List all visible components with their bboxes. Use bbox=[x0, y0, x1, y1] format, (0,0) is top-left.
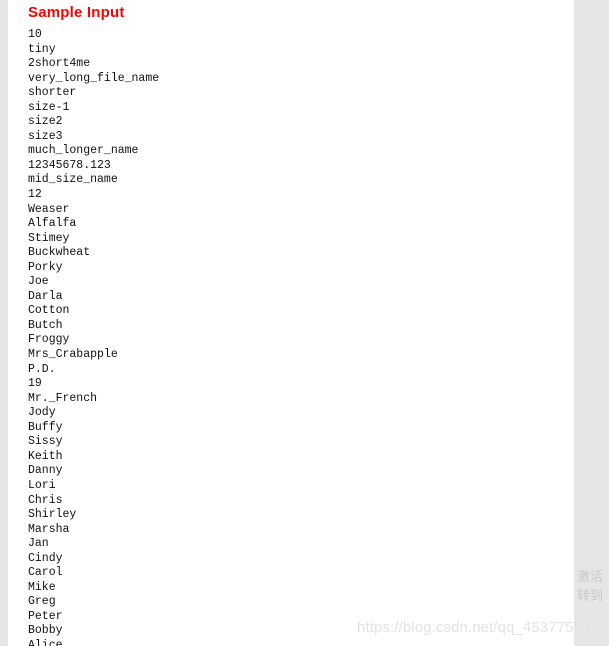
sample-input-line: Jan bbox=[28, 537, 49, 551]
sample-input-line: 12345678.123 bbox=[28, 158, 111, 172]
sample-input-line: Marsha bbox=[28, 522, 70, 536]
sample-input-line: Buffy bbox=[28, 420, 63, 434]
right-page-gutter bbox=[574, 0, 609, 646]
page-root: Sample Input 10 tiny 2short4me very_long_fi… bbox=[0, 0, 609, 646]
sample-input-line: 12 bbox=[28, 188, 42, 202]
sample-input-line: Alfalfa bbox=[28, 217, 77, 231]
sample-input-line: much_longer_name bbox=[28, 144, 139, 158]
sample-input-line: mid_size_name bbox=[28, 173, 118, 187]
sample-input-line: 10 bbox=[28, 28, 42, 41]
sample-input-line: Weaser bbox=[28, 202, 70, 216]
sample-input-line: Keith bbox=[28, 449, 63, 463]
sample-input-line: Joe bbox=[28, 275, 49, 289]
sample-input-line: 19 bbox=[28, 377, 42, 391]
sample-input-line: Sissy bbox=[28, 435, 63, 449]
page-title: Sample Input bbox=[28, 4, 125, 21]
sample-input-line: Cotton bbox=[28, 304, 70, 318]
sample-input-line: Cindy bbox=[28, 551, 63, 565]
sample-input-line: Mr._French bbox=[28, 391, 98, 405]
sample-input-line: Mike bbox=[28, 580, 56, 594]
sample-input-line: Jody bbox=[28, 406, 56, 420]
sample-input-line: size3 bbox=[28, 129, 63, 143]
sample-input-line: Buckwheat bbox=[28, 246, 91, 260]
sample-input-line: Froggy bbox=[28, 333, 70, 347]
sample-input-line: Chris bbox=[28, 493, 63, 507]
sample-input-line: 2short4me bbox=[28, 57, 91, 71]
sample-input-line: Danny bbox=[28, 464, 63, 478]
sample-input-line: tiny bbox=[28, 42, 56, 56]
sample-input-line: size-1 bbox=[28, 100, 70, 114]
sample-input-line: Mrs_Crabapple bbox=[28, 348, 118, 362]
sample-input-line: Peter bbox=[28, 609, 63, 623]
sample-input-line: Bobby bbox=[28, 624, 63, 638]
sample-input-line: Darla bbox=[28, 289, 63, 303]
sample-input-line: very_long_file_name bbox=[28, 71, 160, 85]
sample-input-code-block: 10 tiny 2short4me very_long_file_name shorte… bbox=[28, 28, 159, 646]
sample-input-line: size2 bbox=[28, 115, 63, 129]
sample-input-line: Stimey bbox=[28, 231, 70, 245]
sample-input-line: Butch bbox=[28, 318, 63, 332]
sample-input-line: Shirley bbox=[28, 508, 77, 522]
sample-input-line: Lori bbox=[28, 478, 56, 492]
sample-input-line: P.D. bbox=[28, 362, 56, 376]
sample-input-line: Alice bbox=[28, 638, 63, 646]
sample-input-line: Carol bbox=[28, 566, 63, 580]
sample-input-line: Porky bbox=[28, 260, 63, 274]
document-content-sheet: Sample Input 10 tiny 2short4me very_long_fi… bbox=[8, 0, 574, 646]
left-page-gutter bbox=[0, 0, 8, 646]
sample-input-line: Greg bbox=[28, 595, 56, 609]
sample-input-line: shorter bbox=[28, 86, 77, 100]
